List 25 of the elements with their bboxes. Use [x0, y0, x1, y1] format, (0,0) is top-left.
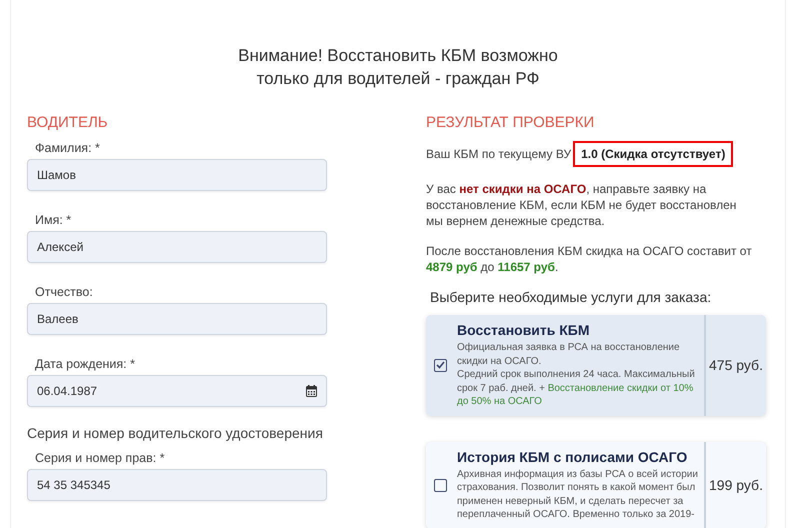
- input-field[interactable]: Валеев: [27, 303, 327, 335]
- service-description: Официальная заявка в РСА на восстановление скидки на ОСАГО. Средний срок выполнения 24 часа. Максимальный срок 7 раб. дней. + Восстановление скидки от 10% до 50% на ОСАГО: [457, 341, 696, 408]
- date-field[interactable]: 06.04.1987: [27, 375, 327, 407]
- input-field[interactable]: Алексей: [27, 231, 327, 263]
- service-title: История КБМ с полисами ОСАГО: [457, 448, 688, 464]
- field-label: Фамилия: *: [35, 141, 101, 155]
- subsection-title: Серия и номер водительского удостоверения: [27, 425, 324, 441]
- service-title: Восстановить КБМ: [457, 322, 591, 338]
- field-label: Имя: *: [35, 213, 72, 227]
- field-label: Дата рождения: *: [35, 357, 136, 371]
- kbm-label: Ваш КБМ по текущему ВУ: [426, 147, 572, 161]
- service-price: 475 руб.: [704, 315, 766, 416]
- field-label: Серия и номер прав: *: [35, 451, 166, 465]
- notice-text: Внимание! Восстановить КБМ возможно только для водителей - граждан РФ: [237, 45, 559, 90]
- saving-text: После восстановления КБМ скидка на ОСАГО составит от 4879 руб до 11657 руб.: [426, 243, 753, 275]
- section-title: ВОДИТЕЛЬ: [27, 114, 109, 131]
- kbm-value: 1.0 (Скидка отсутствует): [573, 141, 734, 167]
- input-field[interactable]: 54 35 345345: [27, 469, 327, 501]
- service-price: 199 руб.: [704, 442, 766, 528]
- services-title: Выберите необходимые услуги для заказа:: [430, 289, 712, 305]
- input-field[interactable]: Шамов: [27, 159, 327, 191]
- field-label: Отчество:: [35, 285, 94, 299]
- warning-text: У вас нет скидки на ОСАГО, направьте заявку на восстановление КБМ, если КБМ не будет восстановлен мы вернем денежные средства.: [426, 181, 738, 229]
- section-title: РЕЗУЛЬТАТ ПРОВЕРКИ: [426, 114, 596, 131]
- service-description: Архивная информация из базы РСА о всей истории страхования. Позволит понять в какой момент был применен неверный КБМ, и сделать пересчет за переплаченный ОСАГО. Временно только за 2019-: [457, 468, 698, 522]
